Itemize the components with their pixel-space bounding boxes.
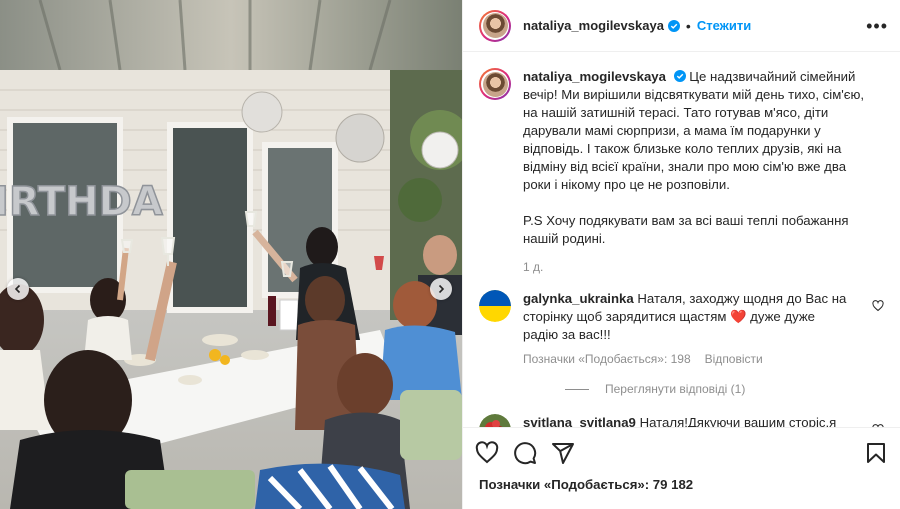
replies-divider	[565, 388, 589, 390]
more-options-icon[interactable]: •••	[866, 17, 888, 35]
caption-postscript: P.S Хочу подякувати вам за всі ваші тепл…	[523, 213, 849, 246]
separator-dot: •	[685, 17, 691, 34]
post-actions-bar	[463, 427, 900, 477]
previous-slide-button[interactable]	[7, 278, 29, 300]
commenter-avatar[interactable]	[479, 414, 511, 427]
share-paper-plane-icon[interactable]	[551, 441, 575, 465]
roses-avatar-icon	[479, 414, 511, 427]
view-replies-label: Переглянути відповіді (1)	[605, 382, 746, 396]
comments-scroll-area[interactable]: nataliya_mogilevskaya Це надзвичайний сі…	[463, 52, 900, 427]
caption-time[interactable]: 1 д.	[523, 258, 869, 276]
comment-bubble-icon[interactable]	[513, 441, 537, 465]
like-comment-heart-icon[interactable]	[872, 300, 884, 312]
chevron-left-icon	[14, 284, 21, 294]
caption-author-avatar[interactable]	[479, 68, 511, 100]
like-heart-icon[interactable]	[475, 440, 499, 465]
view-replies-button[interactable]: Переглянути відповіді (1)	[565, 382, 884, 396]
author-avatar[interactable]	[479, 9, 511, 42]
follow-button[interactable]: Стежити	[697, 18, 751, 33]
post-caption: nataliya_mogilevskaya Це надзвичайний сі…	[479, 68, 884, 276]
post-header: nataliya_mogilevskaya • Стежити •••	[463, 0, 900, 52]
save-bookmark-icon[interactable]	[864, 441, 888, 465]
like-comment-heart-icon[interactable]	[872, 424, 884, 427]
comment-likes-count[interactable]: Позначки «Подобається»: 198	[523, 350, 691, 368]
post-details-panel: nataliya_mogilevskaya • Стежити ••• nata…	[462, 0, 900, 509]
comment-item: galynka_ukrainka Наталя, заходжу щодня д…	[479, 290, 884, 368]
comment-item: svitlana_svitlana9 Наталя!Дякуючи вашим …	[479, 414, 884, 427]
verified-badge-icon	[673, 70, 686, 82]
reply-button[interactable]: Відповісти	[705, 350, 763, 368]
author-username[interactable]: nataliya_mogilevskaya	[523, 18, 664, 33]
commenter-username[interactable]: svitlana_svitlana9	[523, 415, 636, 427]
ukraine-flag-icon	[479, 290, 511, 322]
caption-author-username[interactable]: nataliya_mogilevskaya	[523, 69, 666, 84]
banner-letters: IRTHDA	[0, 179, 163, 225]
verified-badge-icon	[667, 19, 680, 32]
chevron-right-icon	[438, 284, 445, 294]
commenter-avatar-ua-flag[interactable]	[479, 290, 511, 322]
party-photo: IRTHDA	[0, 0, 462, 509]
caption-text: Це надзвичайний сімейний вечір! Ми виріш…	[523, 69, 868, 192]
post-photo[interactable]: IRTHDA	[0, 0, 462, 509]
post-dialog: IRTHDA nataliya_mogilevskaya • Стежити •…	[0, 0, 900, 509]
post-likes-count[interactable]: Позначки «Подобається»: 79 182	[463, 477, 900, 509]
next-slide-button[interactable]	[430, 278, 452, 300]
commenter-username[interactable]: galynka_ukrainka	[523, 291, 634, 306]
